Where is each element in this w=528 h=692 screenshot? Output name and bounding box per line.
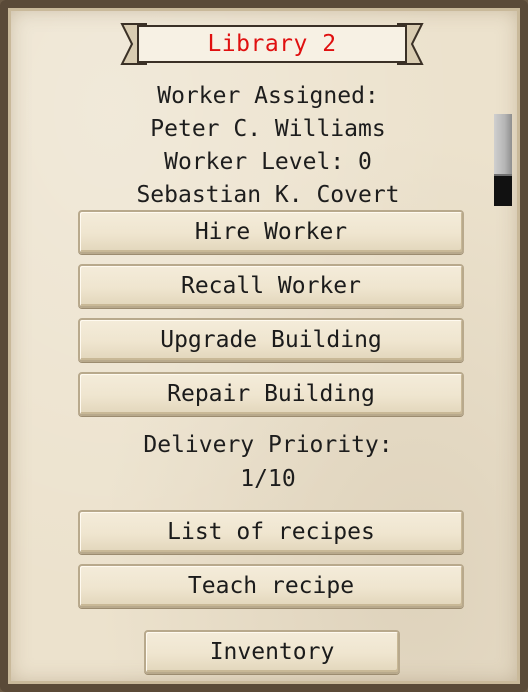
repair-building-button[interactable]: Repair Building: [78, 372, 464, 416]
worker-info: Worker Assigned: Peter C. Williams Worke…: [68, 80, 468, 208]
delivery-priority: Delivery Priority: 1/10: [68, 428, 468, 496]
worker-assigned-name: Peter C. Williams: [150, 116, 386, 142]
building-gui-window: Library 2 Worker Assigned: Peter C. Will…: [0, 0, 528, 692]
delivery-priority-value: 1/10: [240, 466, 296, 492]
info-scrollbar[interactable]: [494, 114, 512, 206]
list-recipes-button[interactable]: List of recipes: [78, 510, 464, 554]
inventory-button[interactable]: Inventory: [144, 630, 400, 674]
title-banner: Library 2: [120, 22, 424, 66]
teach-recipe-button[interactable]: Teach recipe: [78, 564, 464, 608]
hire-worker-button[interactable]: Hire Worker: [78, 210, 464, 254]
recall-worker-button[interactable]: Recall Worker: [78, 264, 464, 308]
window-title: Library 2: [207, 31, 337, 57]
worker-level-label: Worker Level: 0: [164, 149, 372, 175]
second-worker-name: Sebastian K. Covert: [136, 182, 400, 208]
upgrade-building-button[interactable]: Upgrade Building: [78, 318, 464, 362]
worker-assigned-label: Worker Assigned:: [157, 83, 379, 109]
delivery-priority-label: Delivery Priority:: [143, 432, 393, 458]
scrollbar-thumb[interactable]: [494, 114, 512, 176]
